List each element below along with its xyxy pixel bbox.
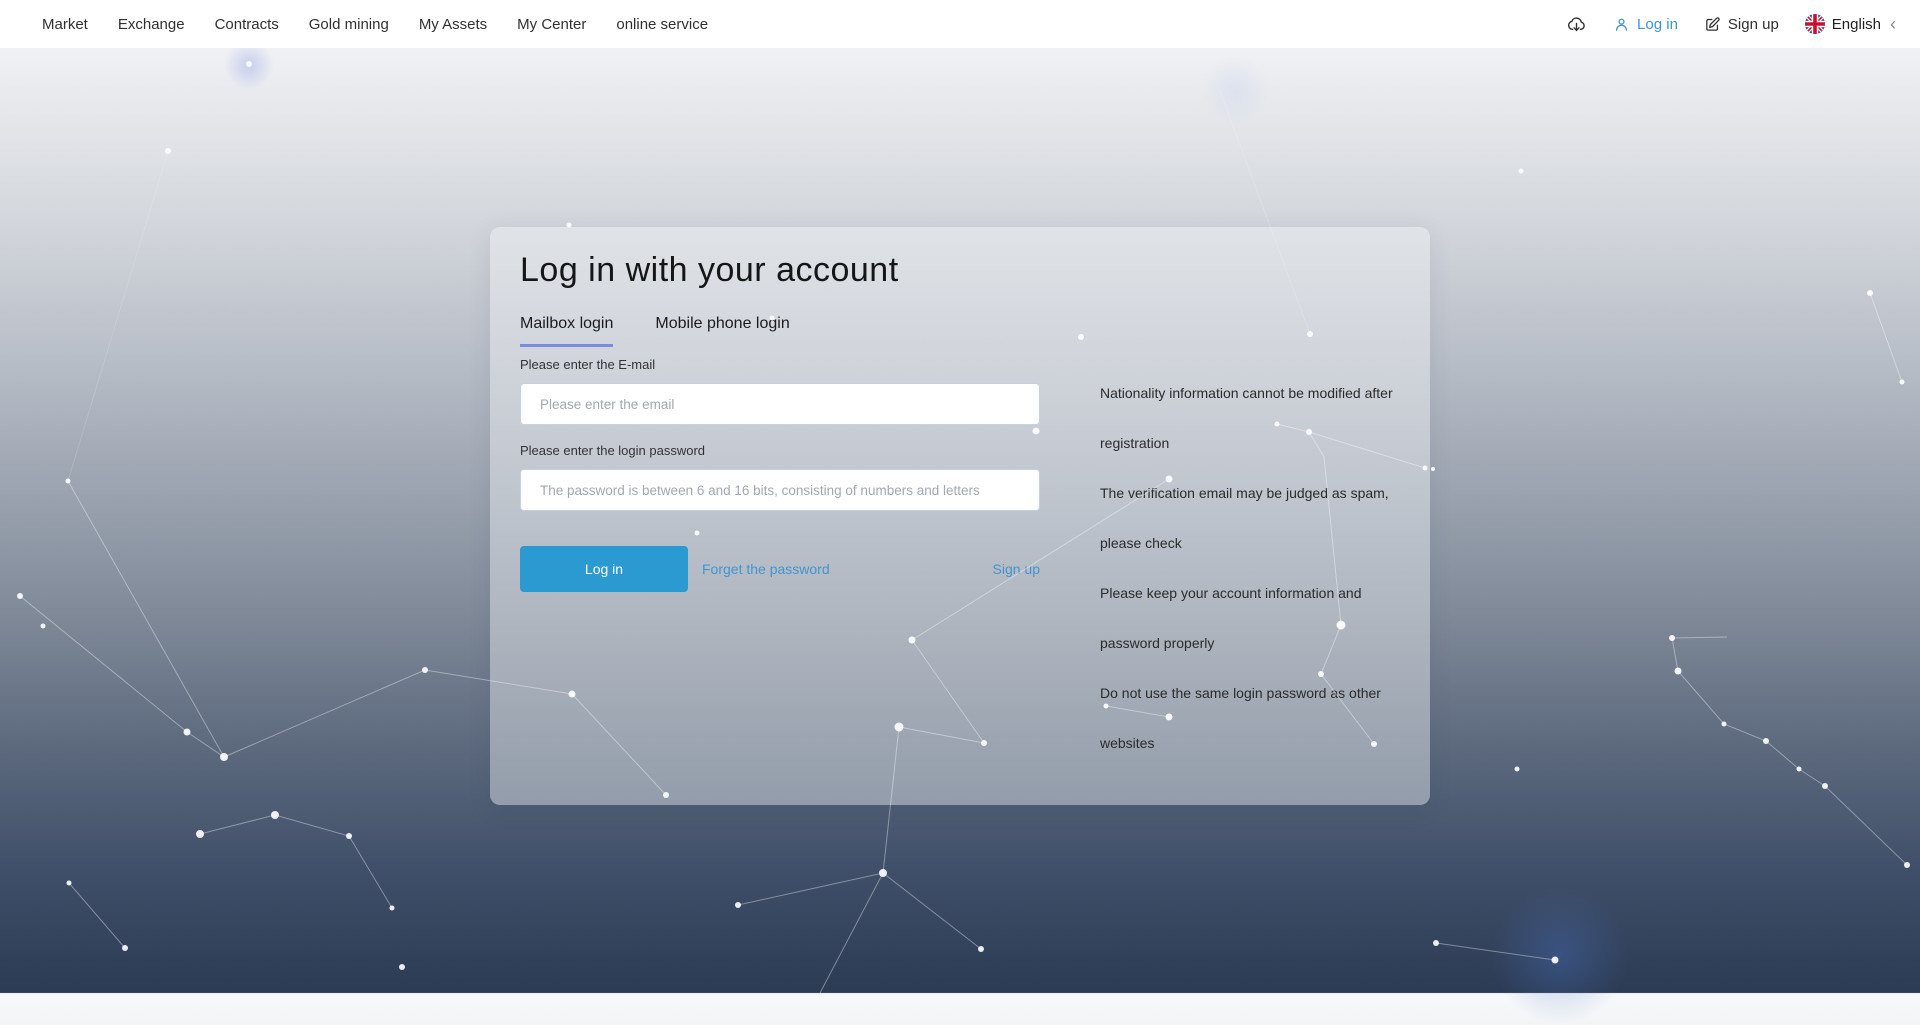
edit-square-icon	[1704, 16, 1721, 33]
email-label: Please enter the E-mail	[520, 357, 1040, 372]
glow-spot	[1490, 885, 1630, 1025]
note-keep-account-info: Please keep your account information and…	[1100, 568, 1412, 668]
tab-mobile-phone-login[interactable]: Mobile phone login	[655, 315, 789, 347]
note-unique-password: Do not use the same login password as ot…	[1100, 668, 1412, 768]
nav-item-exchange[interactable]: Exchange	[118, 16, 185, 33]
nav-item-online-service[interactable]: online service	[616, 16, 708, 33]
nav-item-gold-mining[interactable]: Gold mining	[309, 16, 389, 33]
note-nationality: Nationality information cannot be modifi…	[1100, 368, 1412, 468]
cloud-download-icon[interactable]	[1566, 14, 1587, 35]
nav-item-my-assets[interactable]: My Assets	[419, 16, 487, 33]
topbar-login-label: Log in	[1637, 16, 1678, 33]
forgot-password-link[interactable]: Forget the password	[702, 561, 830, 577]
page-title: Log in with your account	[520, 251, 899, 290]
login-form: Please enter the E-mail Please enter the…	[520, 357, 1040, 592]
language-label: English	[1832, 16, 1881, 33]
login-actions-row: Log in Forget the password Sign up	[520, 546, 1040, 592]
chevron-left-icon: ‹	[1890, 15, 1896, 33]
uk-flag-icon	[1805, 14, 1825, 34]
login-card: Log in with your account Mailbox login M…	[490, 227, 1430, 805]
top-navigation-bar: Market Exchange Contracts Gold mining My…	[0, 0, 1920, 48]
tab-mailbox-login[interactable]: Mailbox login	[520, 315, 613, 347]
signup-link[interactable]: Sign up	[993, 561, 1040, 577]
note-verification-email: The verification email may be judged as …	[1100, 468, 1412, 568]
login-button[interactable]: Log in	[520, 546, 688, 592]
nav-item-my-center[interactable]: My Center	[517, 16, 586, 33]
password-label: Please enter the login password	[520, 443, 1040, 458]
language-selector[interactable]: English ‹	[1805, 14, 1896, 34]
email-field[interactable]	[520, 383, 1040, 425]
nav-item-contracts[interactable]: Contracts	[215, 16, 279, 33]
account-notes: Nationality information cannot be modifi…	[1100, 368, 1412, 768]
topbar-login-button[interactable]: Log in	[1613, 16, 1678, 33]
login-tabs: Mailbox login Mobile phone login	[520, 315, 790, 347]
user-icon	[1613, 16, 1630, 33]
password-field[interactable]	[520, 469, 1040, 511]
nav-right-actions: Log in Sign up English ‹	[1566, 14, 1896, 35]
nav-item-market[interactable]: Market	[42, 16, 88, 33]
topbar-signup-button[interactable]: Sign up	[1704, 16, 1779, 33]
main-menu: Market Exchange Contracts Gold mining My…	[42, 16, 708, 33]
glow-spot	[1200, 55, 1270, 125]
topbar-signup-label: Sign up	[1728, 16, 1779, 33]
